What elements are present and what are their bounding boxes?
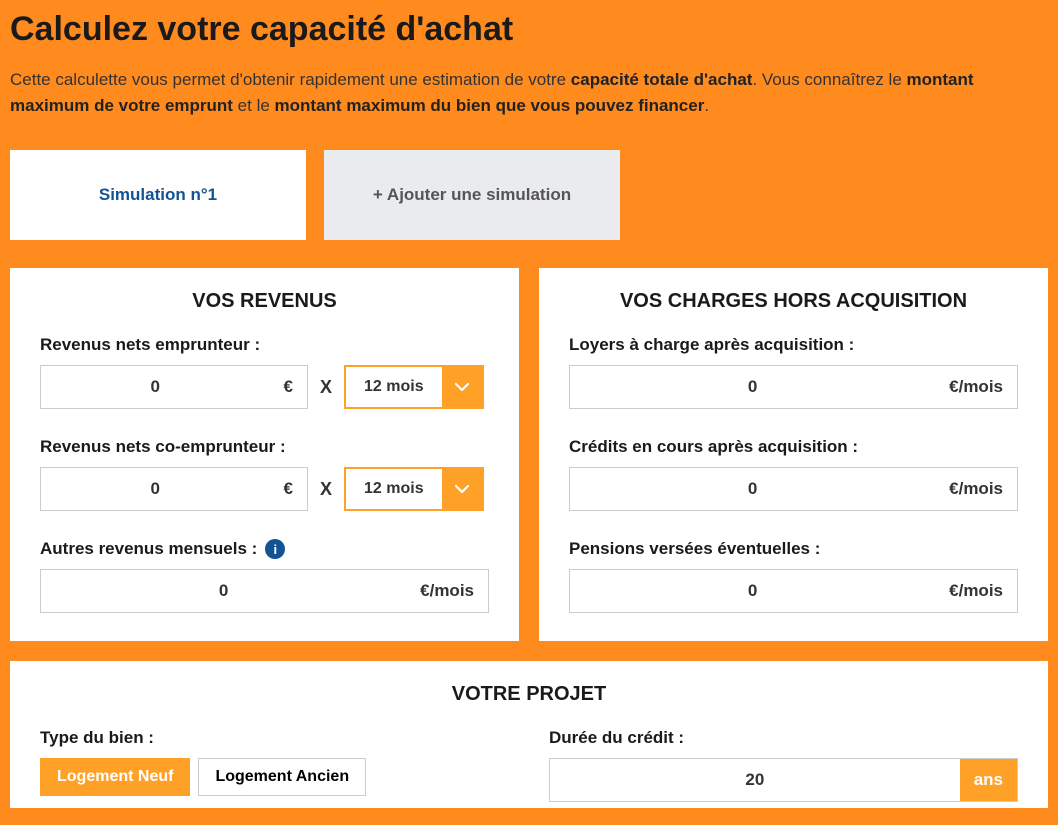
label-credits: Crédits en cours après acquisition : [569,437,1018,457]
unit-ans: ans [960,759,1017,801]
label-duree-credit: Durée du crédit : [549,728,1018,748]
intro-part: et le [233,96,275,115]
input-loyers-wrap: €/mois [569,365,1018,409]
unit-euro-mois: €/mois [935,366,1017,408]
input-credits[interactable] [570,468,935,510]
multiply-sign: X [320,479,332,500]
input-revenus-emprunteur[interactable] [41,366,270,408]
simulation-tabs: Simulation n°1 + Ajouter une simulation [10,150,1048,240]
label-loyers: Loyers à charge après acquisition : [569,335,1018,355]
input-revenus-co-emprunteur-wrap: € [40,467,308,511]
charges-card: VOS CHARGES HORS ACQUISITION Loyers à ch… [539,268,1048,641]
unit-euro-mois: €/mois [406,570,488,612]
select-period-value: 12 mois [346,469,442,509]
charges-title: VOS CHARGES HORS ACQUISITION [569,290,1018,313]
field-revenus-emprunteur: Revenus nets emprunteur : € X 12 mois [40,335,489,409]
revenus-card: VOS REVENUS Revenus nets emprunteur : € … [10,268,519,641]
input-credits-wrap: €/mois [569,467,1018,511]
input-revenus-emprunteur-wrap: € [40,365,308,409]
label-type-bien: Type du bien : [40,728,509,748]
input-loyers[interactable] [570,366,935,408]
intro-part: . [704,96,709,115]
tab-simulation-1[interactable]: Simulation n°1 [10,150,306,240]
unit-euro: € [270,468,307,510]
info-icon[interactable]: i [265,539,285,559]
toggle-logement-neuf[interactable]: Logement Neuf [40,758,190,796]
intro-part: . Vous connaîtrez le [752,70,906,89]
input-revenus-co-emprunteur[interactable] [41,468,270,510]
field-loyers: Loyers à charge après acquisition : €/mo… [569,335,1018,409]
field-autres-revenus: Autres revenus mensuels : i €/mois [40,539,489,613]
label-revenus-emprunteur: Revenus nets emprunteur : [40,335,489,355]
projet-card: VOTRE PROJET Type du bien : Logement Neu… [10,661,1048,808]
label-autres-revenus-text: Autres revenus mensuels : [40,539,257,559]
unit-euro-mois: €/mois [935,468,1017,510]
label-pensions: Pensions versées éventuelles : [569,539,1018,559]
toggle-type-bien: Logement Neuf Logement Ancien [40,758,509,796]
select-period-co-emprunteur[interactable]: 12 mois [344,467,484,511]
col-duree-credit: Durée du crédit : ans [549,728,1018,802]
field-revenus-co-emprunteur: Revenus nets co-emprunteur : € X 12 mois [40,437,489,511]
col-type-bien: Type du bien : Logement Neuf Logement An… [40,728,509,802]
multiply-sign: X [320,377,332,398]
select-period-emprunteur[interactable]: 12 mois [344,365,484,409]
chevron-down-icon [442,367,482,407]
intro-bold: montant maximum du bien que vous pouvez … [275,96,705,115]
page-title: Calculez votre capacité d'achat [10,10,1048,49]
unit-euro-mois: €/mois [935,570,1017,612]
tab-add-simulation[interactable]: + Ajouter une simulation [324,150,620,240]
field-credits: Crédits en cours après acquisition : €/m… [569,437,1018,511]
projet-title: VOTRE PROJET [40,683,1018,706]
intro-bold: capacité totale d'achat [571,70,753,89]
input-autres-revenus[interactable] [41,570,406,612]
input-autres-revenus-wrap: €/mois [40,569,489,613]
intro-text: Cette calculette vous permet d'obtenir r… [10,67,1040,118]
toggle-logement-ancien[interactable]: Logement Ancien [198,758,366,796]
input-duree-credit[interactable] [550,759,960,801]
input-duree-credit-wrap: ans [549,758,1018,802]
chevron-down-icon [442,469,482,509]
input-pensions-wrap: €/mois [569,569,1018,613]
input-pensions[interactable] [570,570,935,612]
select-period-value: 12 mois [346,367,442,407]
revenus-title: VOS REVENUS [40,290,489,313]
intro-part: Cette calculette vous permet d'obtenir r… [10,70,571,89]
field-pensions: Pensions versées éventuelles : €/mois [569,539,1018,613]
unit-euro: € [270,366,307,408]
label-autres-revenus: Autres revenus mensuels : i [40,539,489,559]
label-revenus-co-emprunteur: Revenus nets co-emprunteur : [40,437,489,457]
